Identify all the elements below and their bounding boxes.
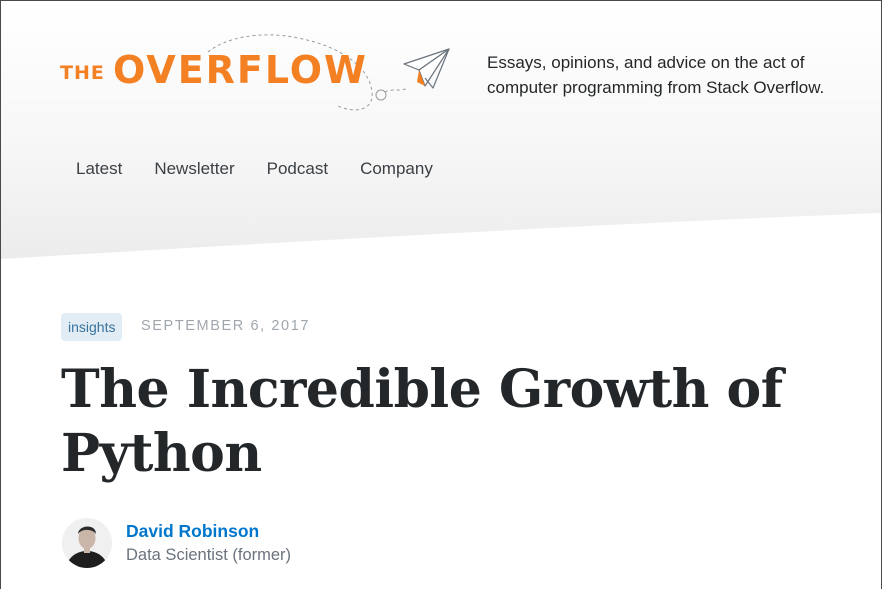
post-date: SEPTEMBER 6, 2017 [141,318,311,334]
site-tagline: Essays, opinions, and advice on the act … [487,53,825,97]
author-avatar[interactable] [62,518,112,568]
nav-podcast[interactable]: Podcast [251,157,344,181]
post-tag[interactable]: insights [61,313,123,341]
logo-wordmark: OVERFLOW [113,48,368,92]
nav-company[interactable]: Company [344,157,449,181]
author-name[interactable]: David Robinson [126,521,259,542]
avatar-portrait [62,518,112,568]
title-line-2: Python [61,423,262,484]
primary-nav: Latest Newsletter Podcast Company [60,157,449,181]
author-role: Data Scientist (former) [126,546,292,564]
nav-latest[interactable]: Latest [60,157,138,181]
logo-the: THE [60,62,105,84]
title-line-1: The Incredible Growth of [61,359,783,420]
site-logo[interactable]: THE OVERFLOW [60,30,455,115]
article-title: The Incredible Growth of Python [61,358,821,486]
nav-newsletter[interactable]: Newsletter [138,157,250,181]
paper-plane-icon [403,48,450,89]
